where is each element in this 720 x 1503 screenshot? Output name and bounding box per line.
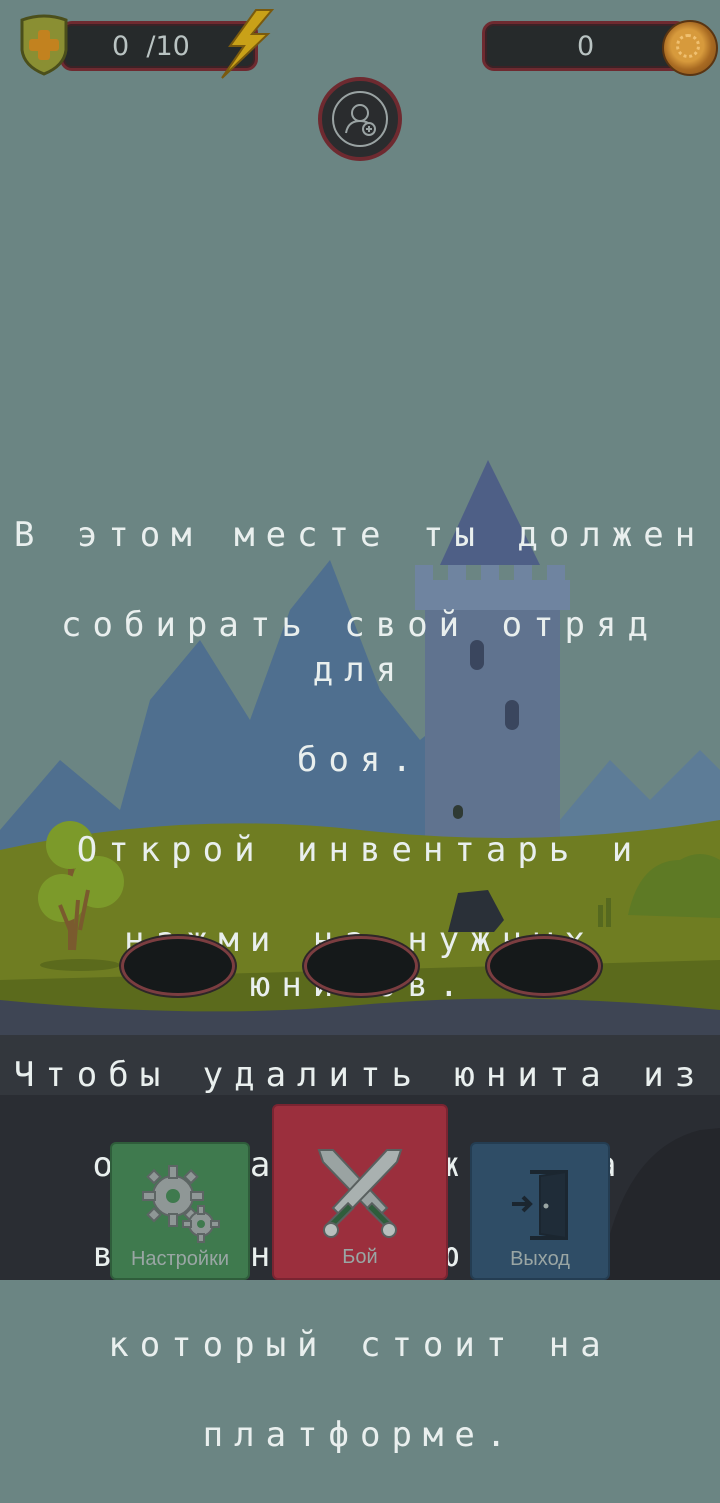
settings-label: Настройки — [130, 1248, 230, 1270]
exit-label: Выход — [510, 1248, 570, 1270]
lightning-bolt-icon — [221, 9, 275, 79]
tutorial-line: Чтобы удалить юнита из — [13, 1055, 707, 1095]
battle-button[interactable]: Бой — [272, 1104, 448, 1280]
tutorial-line: В этом месте ты должен — [13, 515, 707, 555]
crossed-swords-icon — [317, 1149, 403, 1238]
add-user-icon — [332, 91, 388, 147]
unit-platform-2[interactable] — [304, 936, 418, 996]
coins-counter: 0 — [577, 31, 595, 62]
unit-platform-3[interactable] — [487, 936, 601, 996]
exit-button[interactable]: Выход — [470, 1142, 610, 1280]
tutorial-line: Открой инвентарь и — [76, 830, 644, 870]
tutorial-line: платформе. — [202, 1415, 518, 1455]
shield-plus-icon[interactable] — [18, 14, 70, 76]
unit-platform-1[interactable] — [121, 936, 235, 996]
gears-icon — [142, 1165, 220, 1243]
energy-counter: 0 /10 — [112, 31, 190, 62]
tutorial-line: который стоит на — [108, 1325, 612, 1365]
battle-label: Бой — [342, 1246, 378, 1268]
settings-button[interactable]: Настройки — [110, 1142, 250, 1280]
tutorial-line: собирать свой отряд для — [61, 605, 659, 690]
coin-icon[interactable] — [662, 20, 718, 76]
tutorial-line: боя. — [297, 740, 423, 780]
exit-door-icon — [512, 1170, 568, 1240]
add-user-button[interactable] — [318, 77, 402, 161]
